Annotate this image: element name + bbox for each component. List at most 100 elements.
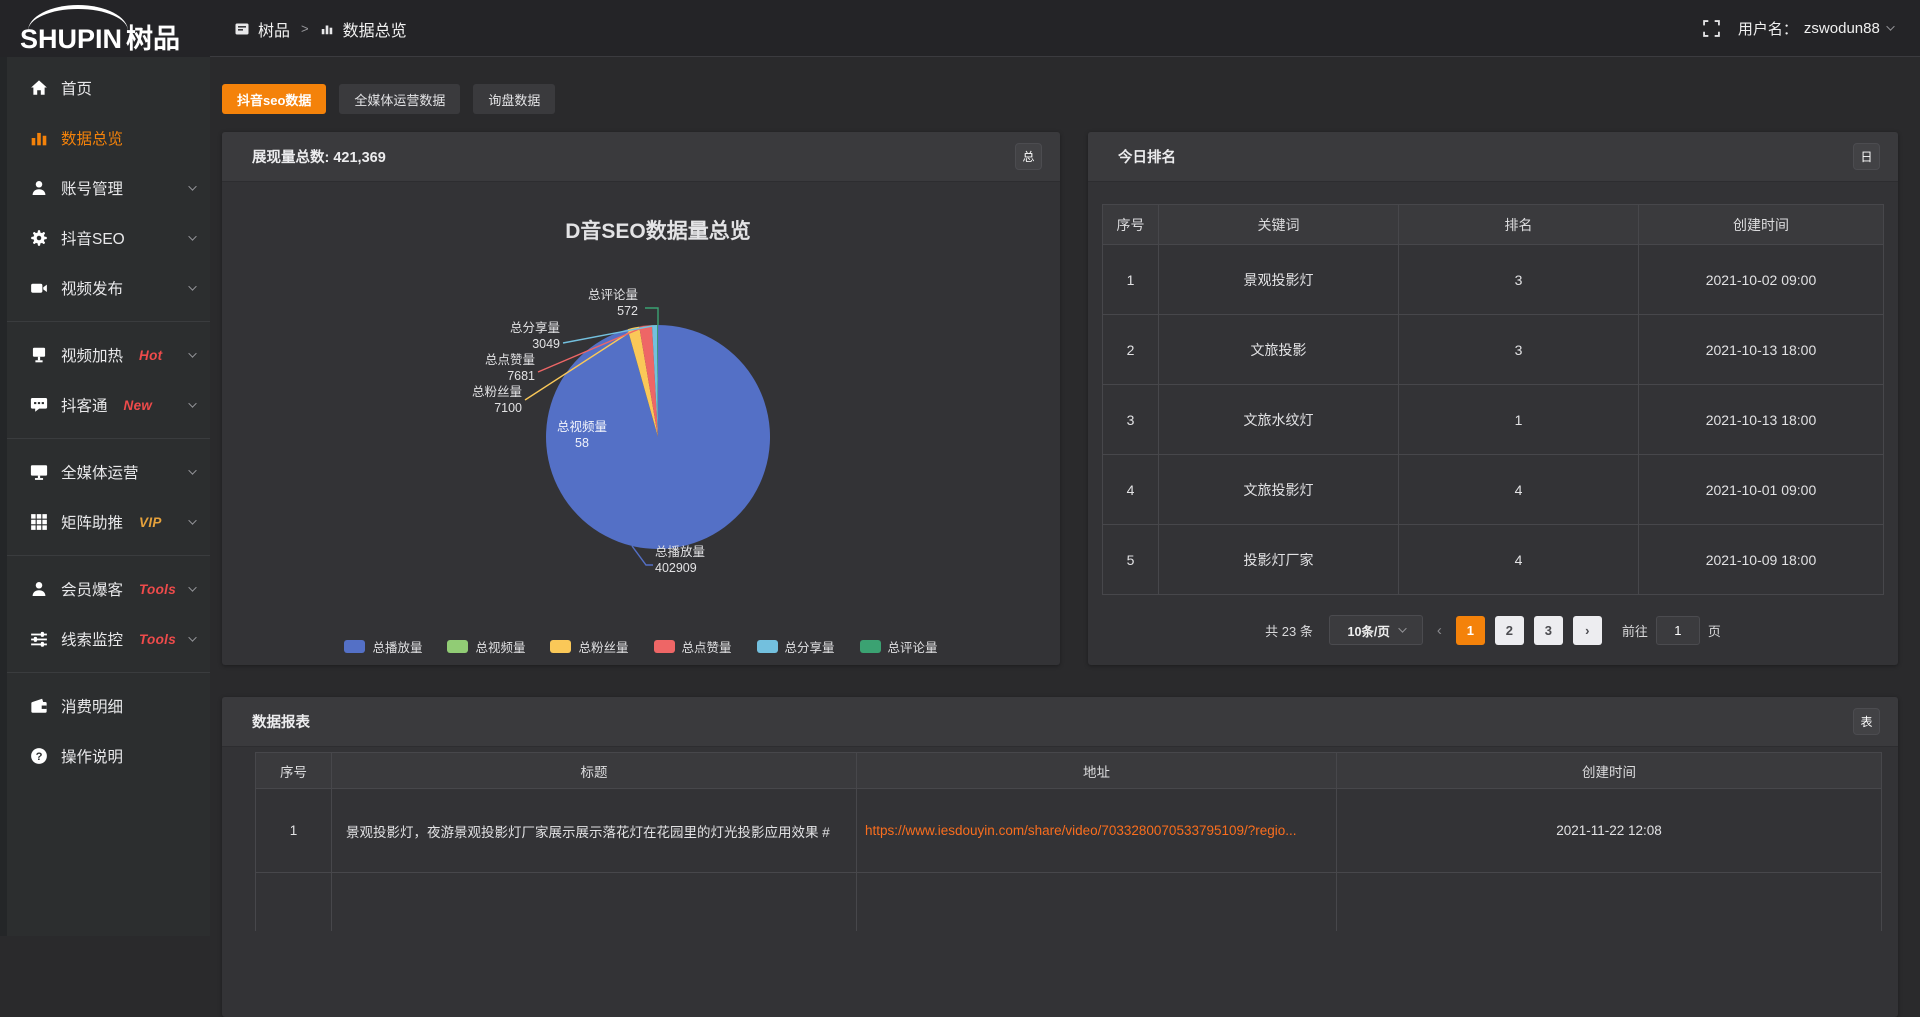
gear-icon xyxy=(30,229,48,247)
top-bar: SHUPIN树品 树品 > 数据总览 用户名：zswodun88 xyxy=(0,0,1920,57)
sidebar-divider xyxy=(0,321,210,322)
report-panel-header: 数据报表 表 xyxy=(222,697,1898,747)
pie-label-value: 572 xyxy=(588,303,638,319)
table-row[interactable]: 1 景观投影灯，夜游景观投影灯厂家展示展示落花灯在花园里的灯光投影应用效果 # … xyxy=(256,789,1882,873)
cell-created: 2021-10-02 09:00 xyxy=(1639,245,1884,315)
pie-label-plays: 总播放量 402909 xyxy=(655,544,705,576)
chevron-down-icon xyxy=(1886,23,1895,32)
next-page-button[interactable]: › xyxy=(1573,616,1602,645)
sidebar-divider xyxy=(0,555,210,556)
table-row[interactable]: 1 景观投影灯 3 2021-10-02 09:00 xyxy=(1103,245,1884,315)
legend-item-fans[interactable]: 总粉丝量 xyxy=(550,637,628,656)
sidebar-item-matrix-boost[interactable]: 矩阵助推 VIP xyxy=(0,497,210,547)
legend-item-shares[interactable]: 总分享量 xyxy=(757,637,835,656)
breadcrumb-root[interactable]: 树品 xyxy=(258,17,290,41)
bar-chart-icon xyxy=(320,22,334,36)
page-button-3[interactable]: 3 xyxy=(1534,616,1563,645)
sidebar-item-member-burst[interactable]: 会员爆客 Tools xyxy=(0,564,210,614)
page-button-2[interactable]: 2 xyxy=(1495,616,1524,645)
tab-media-operation-data[interactable]: 全媒体运营数据 xyxy=(339,84,460,114)
sidebar-item-label: 首页 xyxy=(61,77,92,99)
fullscreen-icon[interactable] xyxy=(1703,20,1720,37)
pie-label-videos: 总视频量 58 xyxy=(545,419,619,451)
sidebar-item-data-overview[interactable]: 数据总览 xyxy=(0,113,210,163)
pagination: 共 23 条 10条/页 ‹ 1 2 3 › 前往 页 xyxy=(1088,615,1898,645)
col-header-keyword: 关键词 xyxy=(1159,205,1399,245)
sidebar-item-media-operation[interactable]: 全媒体运营 xyxy=(0,447,210,497)
sidebar-item-account[interactable]: 账号管理 xyxy=(0,163,210,213)
app-logo[interactable]: SHUPIN树品 xyxy=(20,2,210,57)
legend-item-likes[interactable]: 总点赞量 xyxy=(654,637,732,656)
chevron-down-icon xyxy=(188,466,197,475)
col-header-created: 创建时间 xyxy=(1639,205,1884,245)
cell-url-link[interactable]: https://www.iesdouyin.com/share/video/70… xyxy=(857,789,1337,873)
chevron-down-icon xyxy=(188,349,197,358)
table-view-button[interactable]: 表 xyxy=(1853,708,1880,735)
new-badge: New xyxy=(124,398,153,413)
sidebar-item-home[interactable]: 首页 xyxy=(0,63,210,113)
sidebar-item-lead-monitor[interactable]: 线索监控 Tools xyxy=(0,614,210,664)
prev-page-button[interactable]: ‹ xyxy=(1437,622,1442,639)
breadcrumb-current: 数据总览 xyxy=(343,17,407,41)
chat-bubble-icon xyxy=(30,396,48,414)
wallet-icon xyxy=(30,697,48,715)
goto-suffix: 页 xyxy=(1708,621,1721,640)
sidebar-item-label: 账号管理 xyxy=(61,177,123,199)
pie-label-name: 总点赞量 xyxy=(485,352,535,368)
sidebar-divider xyxy=(0,672,210,673)
leader-line-plays xyxy=(632,546,653,565)
impressions-total: 展现量总数: 421,369 xyxy=(252,146,386,167)
legend-item-comments[interactable]: 总评论量 xyxy=(860,637,938,656)
total-view-button[interactable]: 总 xyxy=(1015,143,1042,170)
legend-label: 总评论量 xyxy=(888,637,938,656)
logo-cn: 树品 xyxy=(126,24,180,54)
cell-created: 2021-10-13 18:00 xyxy=(1639,385,1884,455)
vip-badge: VIP xyxy=(139,515,162,530)
sidebar-item-label: 视频发布 xyxy=(61,277,123,299)
table-row[interactable]: 3 文旅水纹灯 1 2021-10-13 18:00 xyxy=(1103,385,1884,455)
cell-created: 2021-10-09 18:00 xyxy=(1639,525,1884,595)
pie-label-name: 总分享量 xyxy=(510,320,560,336)
table-row[interactable]: 4 文旅投影灯 4 2021-10-01 09:00 xyxy=(1103,455,1884,525)
chart-legend: 总播放量 总视频量 总粉丝量 总点赞量 总分享量 总评论量 xyxy=(222,637,1060,656)
user-menu[interactable]: 用户名：zswodun88 xyxy=(1738,18,1892,39)
page-button-1[interactable]: 1 xyxy=(1456,616,1485,645)
pie-chart-svg[interactable] xyxy=(222,182,1060,665)
sidebar-item-douyin-seo[interactable]: 抖音SEO xyxy=(0,213,210,263)
pie-label-name: 总粉丝量 xyxy=(472,384,522,400)
sidebar-item-consumption[interactable]: 消费明细 xyxy=(0,681,210,731)
bar-chart-icon xyxy=(30,129,48,147)
signboard-icon xyxy=(30,346,48,364)
sidebar-item-video-publish[interactable]: 视频发布 xyxy=(0,263,210,313)
sidebar-item-label: 会员爆客 xyxy=(61,578,123,600)
legend-item-videos[interactable]: 总视频量 xyxy=(447,637,525,656)
ranking-table: 序号 关键词 排名 创建时间 1 景观投影灯 3 2021-10-02 09:0… xyxy=(1102,204,1884,595)
chevron-down-icon xyxy=(188,516,197,525)
legend-label: 总分享量 xyxy=(785,637,835,656)
cell-title: 景观投影灯，夜游景观投影灯厂家展示展示落花灯在花园里的灯光投影应用效果 # xyxy=(332,789,857,873)
breadcrumb: 树品 > 数据总览 xyxy=(235,0,407,57)
table-row[interactable]: 5 投影灯厂家 4 2021-10-09 18:00 xyxy=(1103,525,1884,595)
sidebar-item-help[interactable]: ? 操作说明 xyxy=(0,731,210,781)
tab-inquiry-data[interactable]: 询盘数据 xyxy=(473,84,555,114)
page-size-select[interactable]: 10条/页 xyxy=(1329,615,1423,645)
sidebar-item-video-heat[interactable]: 视频加热 Hot xyxy=(0,330,210,380)
legend-swatch xyxy=(344,640,365,653)
data-report-panel: 数据报表 表 序号 标题 地址 创建时间 1 景观投影灯，夜游景观投影灯厂家展示… xyxy=(222,697,1898,1017)
tab-douyin-seo-data[interactable]: 抖音seo数据 xyxy=(222,84,326,114)
goto-page-input[interactable] xyxy=(1656,616,1700,645)
legend-label: 总点赞量 xyxy=(682,637,732,656)
pie-label-fans: 总粉丝量 7100 xyxy=(472,384,522,416)
col-header-title: 标题 xyxy=(332,753,857,789)
legend-item-plays[interactable]: 总播放量 xyxy=(344,637,422,656)
cell-keyword: 文旅投影 xyxy=(1159,315,1399,385)
col-header-index: 序号 xyxy=(256,753,332,789)
table-row[interactable]: 2 文旅投影 3 2021-10-13 18:00 xyxy=(1103,315,1884,385)
cell-url-link xyxy=(857,873,1337,931)
sidebar-item-douketong[interactable]: 抖客通 New xyxy=(0,380,210,430)
sidebar-scrollbar[interactable] xyxy=(0,57,7,936)
daily-view-button[interactable]: 日 xyxy=(1853,143,1880,170)
pie-chart: D音SEO数据量总览 总评论量 572 总分享量 3049 总点赞量 7681 … xyxy=(222,182,1060,665)
col-header-created: 创建时间 xyxy=(1337,753,1882,789)
cell-created xyxy=(1337,873,1882,931)
